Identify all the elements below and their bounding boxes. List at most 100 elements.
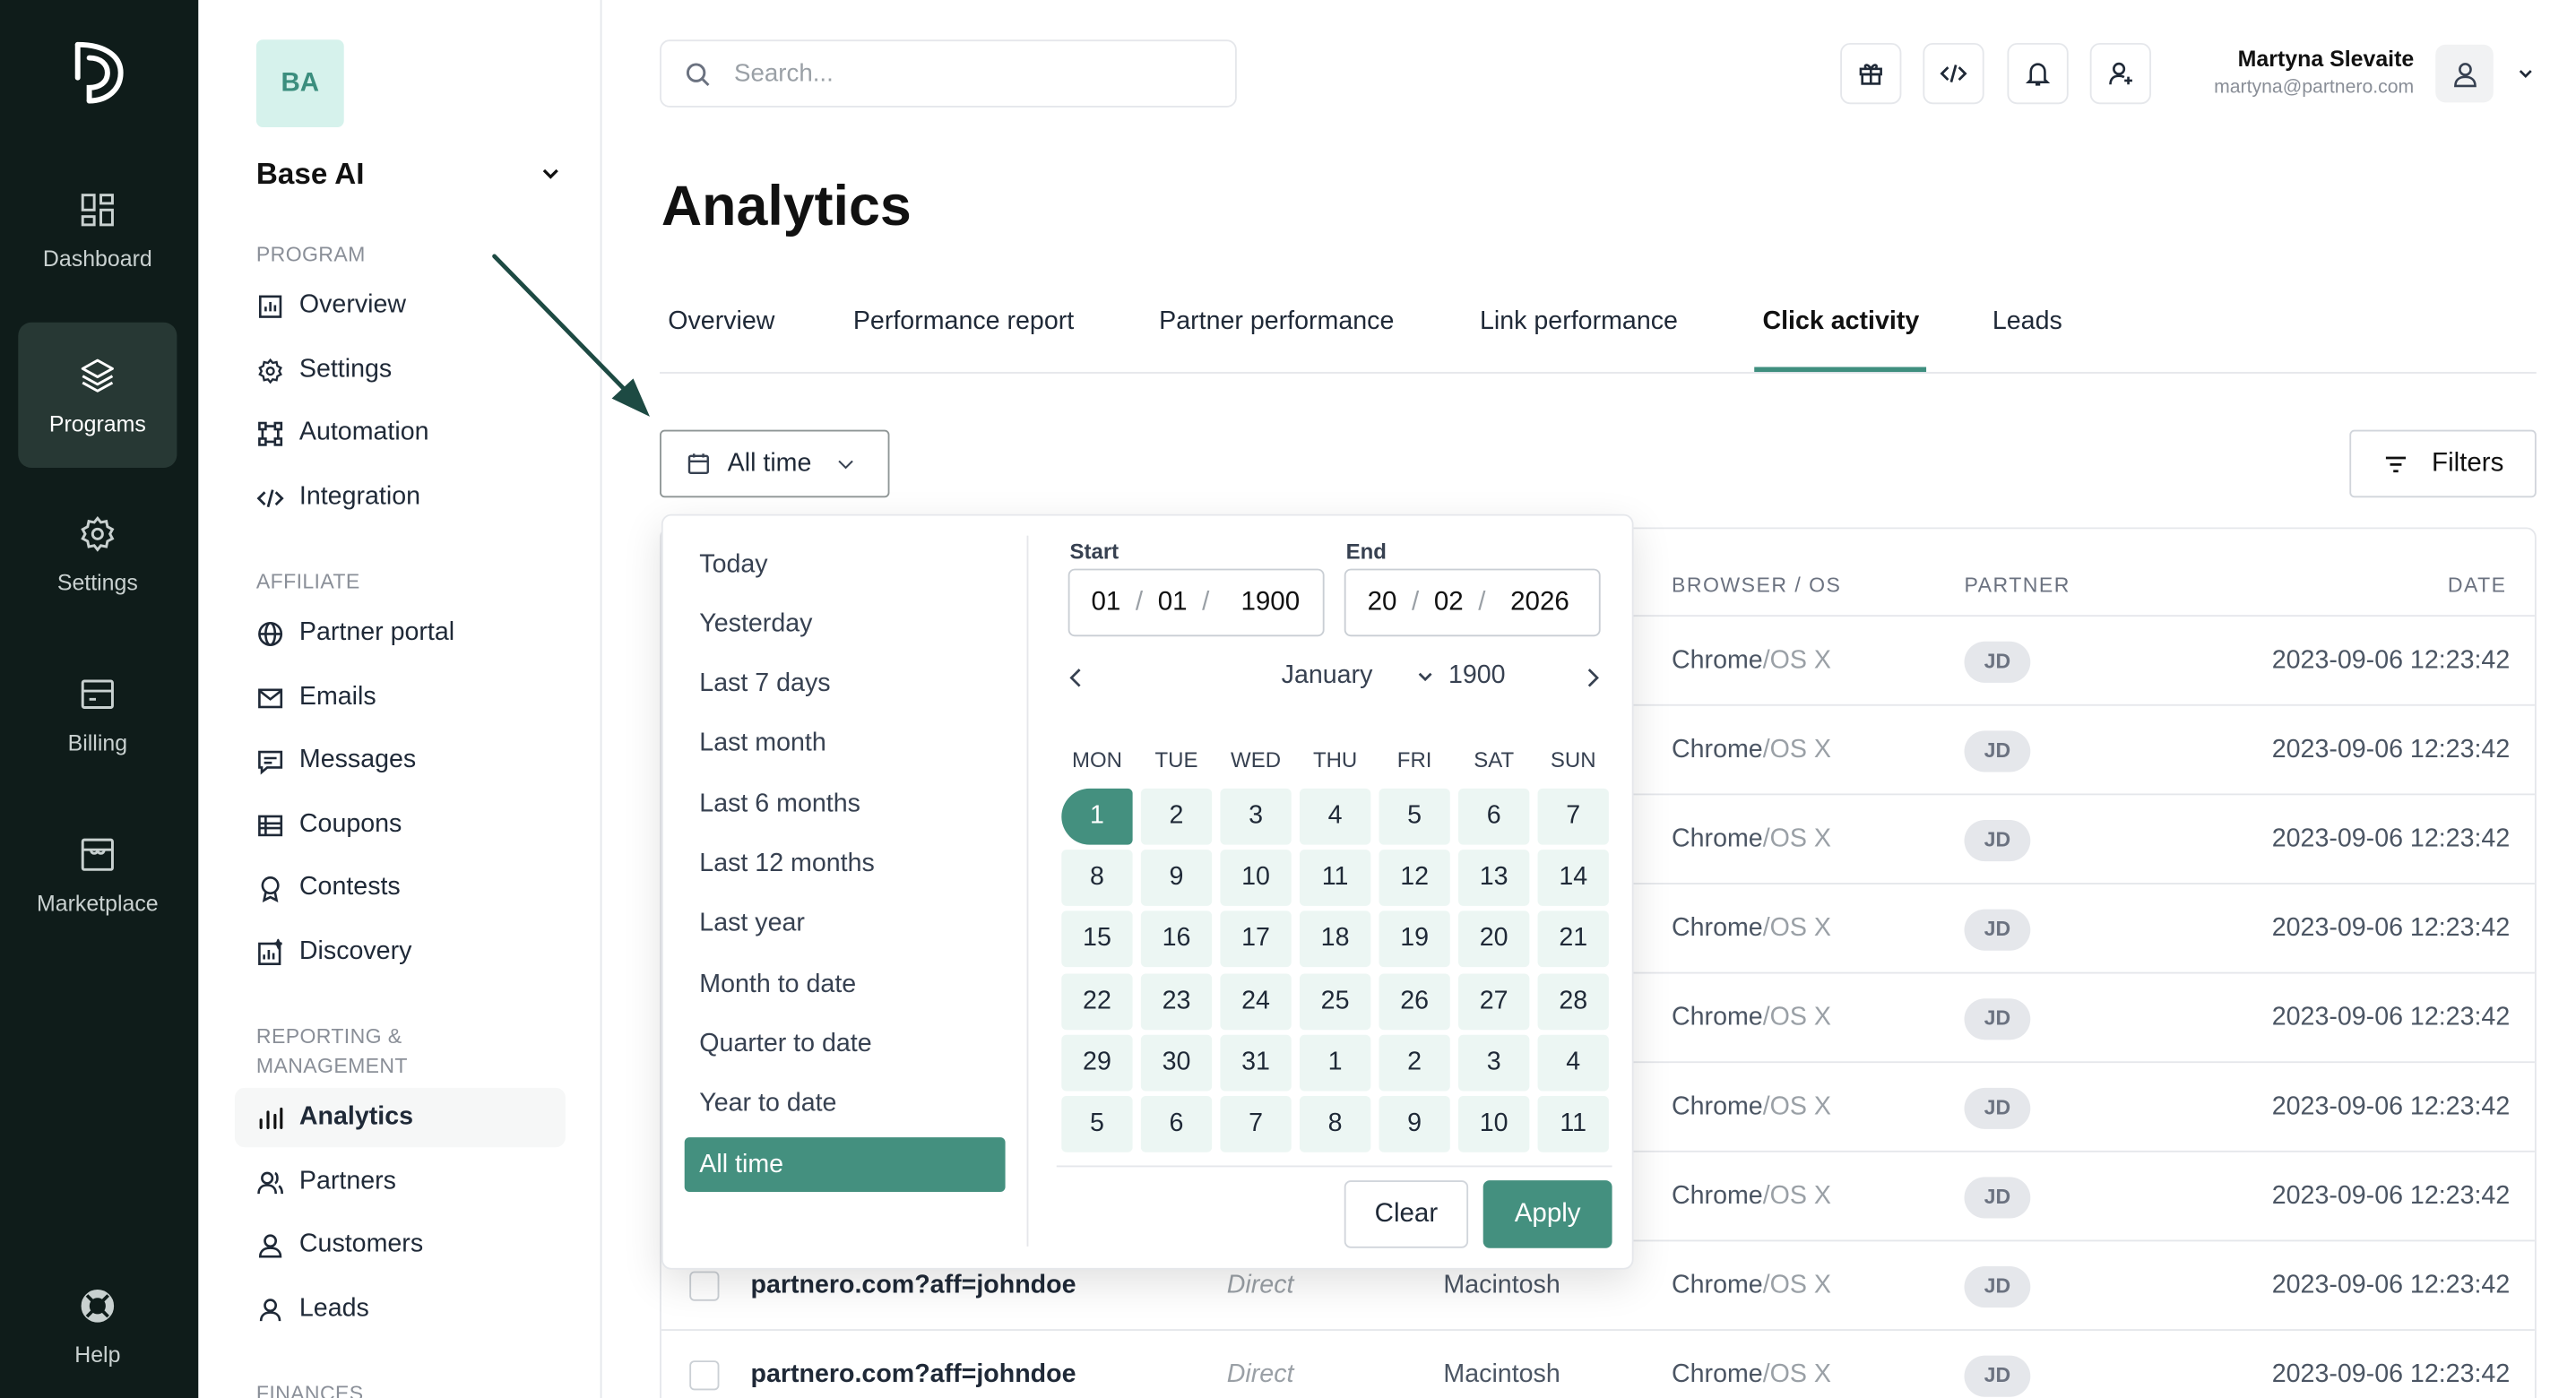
sidebar-item-messages[interactable]: Messages (235, 730, 566, 790)
calendar-day[interactable]: 26 (1379, 972, 1450, 1030)
calendar-day[interactable]: 7 (1537, 788, 1609, 845)
rail-item-settings[interactable]: Settings (18, 481, 177, 626)
preset-today[interactable]: Today (685, 538, 1006, 592)
cell-link[interactable]: partnero.com?aff=johndoe (750, 1331, 1076, 1398)
preset-last-year[interactable]: Last year (685, 897, 1006, 952)
preset-month-to-date[interactable]: Month to date (685, 957, 1006, 1012)
calendar-day[interactable]: 6 (1458, 788, 1530, 845)
search-input[interactable] (734, 59, 1197, 88)
calendar-day[interactable]: 12 (1379, 850, 1450, 907)
table-row[interactable]: partnero.com?aff=johndoe Direct Macintosh C… (661, 1329, 2535, 1398)
tab-link-performance[interactable]: Link performance (1480, 288, 1678, 374)
column-header-date[interactable]: DATE (2448, 574, 2507, 597)
sidebar-item-coupons[interactable]: Coupons (235, 795, 566, 854)
developer-button[interactable] (1923, 42, 1984, 105)
rail-item-dashboard[interactable]: Dashboard (18, 157, 177, 302)
calendar-day[interactable]: 13 (1458, 850, 1530, 907)
calendar-day[interactable]: 15 (1061, 911, 1133, 968)
calendar-day[interactable]: 24 (1220, 972, 1292, 1030)
calendar-day[interactable]: 1 (1299, 1034, 1371, 1092)
user-avatar[interactable] (2435, 44, 2494, 103)
start-day[interactable]: 01 (1092, 588, 1121, 617)
calendar-day[interactable]: 8 (1061, 850, 1133, 907)
sidebar-item-leads[interactable]: Leads (235, 1280, 566, 1339)
preset-all-time[interactable]: All time (684, 1137, 1006, 1193)
gift-button[interactable] (1840, 42, 1902, 105)
calendar-day[interactable]: 5 (1061, 1096, 1133, 1152)
calendar-day[interactable]: 2 (1379, 1034, 1450, 1092)
preset-last-6-months[interactable]: Last 6 months (685, 777, 1006, 832)
calendar-day[interactable]: 7 (1220, 1096, 1292, 1152)
calendar-day[interactable]: 14 (1537, 850, 1609, 907)
sidebar-item-customers[interactable]: Customers (235, 1215, 566, 1274)
calendar-day[interactable]: 1 (1061, 788, 1133, 845)
partner-avatar[interactable]: JD (1964, 908, 2031, 950)
end-date-input[interactable]: 20 / 02 / 2026 (1344, 568, 1601, 637)
calendar-day[interactable]: 29 (1061, 1034, 1133, 1092)
rail-item-help[interactable]: Help (18, 1253, 177, 1398)
year-select[interactable]: 1900 (1448, 661, 1506, 691)
end-month[interactable]: 02 (1434, 588, 1464, 617)
date-range-button[interactable]: All time (660, 429, 890, 498)
calendar-day[interactable]: 10 (1220, 850, 1292, 907)
start-month[interactable]: 01 (1158, 588, 1188, 617)
rail-item-billing[interactable]: Billing (18, 642, 177, 787)
calendar-day[interactable]: 17 (1220, 911, 1292, 968)
preset-last-month[interactable]: Last month (685, 717, 1006, 772)
chevron-down-icon[interactable] (2515, 63, 2537, 84)
preset-last-7-days[interactable]: Last 7 days (685, 657, 1006, 712)
partner-avatar[interactable]: JD (1964, 729, 2031, 772)
sidebar-item-partners[interactable]: Partners (235, 1152, 566, 1212)
month-select[interactable]: January (1282, 661, 1436, 691)
next-month-icon[interactable] (1579, 665, 1606, 692)
calendar-day[interactable]: 11 (1299, 850, 1371, 907)
start-date-input[interactable]: 01 / 01 / 1900 (1068, 568, 1325, 637)
tab-overview[interactable]: Overview (668, 288, 774, 374)
partner-avatar[interactable]: JD (1964, 1265, 2031, 1307)
sidebar-item-integration[interactable]: Integration (235, 468, 566, 527)
sidebar-item-partner-portal[interactable]: Partner portal (235, 603, 566, 662)
partner-avatar[interactable]: JD (1964, 640, 2031, 682)
apply-button[interactable]: Apply (1482, 1180, 1612, 1248)
calendar-day[interactable]: 31 (1220, 1034, 1292, 1092)
calendar-day[interactable]: 28 (1537, 972, 1609, 1030)
calendar-day[interactable]: 2 (1140, 788, 1213, 845)
calendar-day[interactable]: 21 (1537, 911, 1609, 968)
invite-user-button[interactable] (2089, 42, 2151, 105)
calendar-day[interactable]: 8 (1299, 1096, 1371, 1152)
calendar-day[interactable]: 30 (1140, 1034, 1213, 1092)
preset-year-to-date[interactable]: Year to date (685, 1077, 1006, 1132)
calendar-day[interactable]: 3 (1220, 788, 1292, 845)
calendar-day[interactable]: 9 (1379, 1096, 1450, 1152)
calendar-day[interactable]: 23 (1140, 972, 1213, 1030)
calendar-day[interactable]: 18 (1299, 911, 1371, 968)
column-header-partner[interactable]: PARTNER (1965, 574, 2070, 597)
start-year[interactable]: 1900 (1240, 588, 1300, 617)
tab-partner-performance[interactable]: Partner performance (1159, 288, 1394, 374)
tab-leads[interactable]: Leads (1993, 288, 2062, 374)
calendar-day[interactable]: 25 (1299, 972, 1371, 1030)
calendar-day[interactable]: 4 (1299, 788, 1371, 845)
row-checkbox[interactable] (689, 1271, 720, 1301)
calendar-day[interactable]: 27 (1458, 972, 1530, 1030)
preset-last-12-months[interactable]: Last 12 months (685, 837, 1006, 892)
calendar-day[interactable]: 5 (1379, 788, 1450, 845)
partner-avatar[interactable]: JD (1964, 1086, 2031, 1129)
calendar-day[interactable]: 20 (1458, 911, 1530, 968)
sidebar-item-analytics[interactable]: Analytics (234, 1087, 566, 1148)
partner-avatar[interactable]: JD (1964, 1354, 2031, 1396)
filters-button[interactable]: Filters (2349, 429, 2537, 498)
chevron-down-icon[interactable] (538, 160, 565, 187)
previous-month-icon[interactable] (1063, 665, 1090, 692)
calendar-day[interactable]: 16 (1140, 911, 1213, 968)
calendar-day[interactable]: 4 (1537, 1034, 1609, 1092)
sidebar-item-contests[interactable]: Contests (235, 858, 566, 917)
rail-item-programs[interactable]: Programs (18, 322, 177, 469)
calendar-day[interactable]: 11 (1537, 1096, 1609, 1152)
calendar-day[interactable]: 10 (1458, 1096, 1530, 1152)
partnero-logo-icon[interactable] (71, 38, 127, 107)
calendar-day[interactable]: 6 (1140, 1096, 1213, 1152)
clear-button[interactable]: Clear (1344, 1180, 1469, 1248)
end-year[interactable]: 2026 (1510, 588, 1569, 617)
calendar-day[interactable]: 3 (1458, 1034, 1530, 1092)
